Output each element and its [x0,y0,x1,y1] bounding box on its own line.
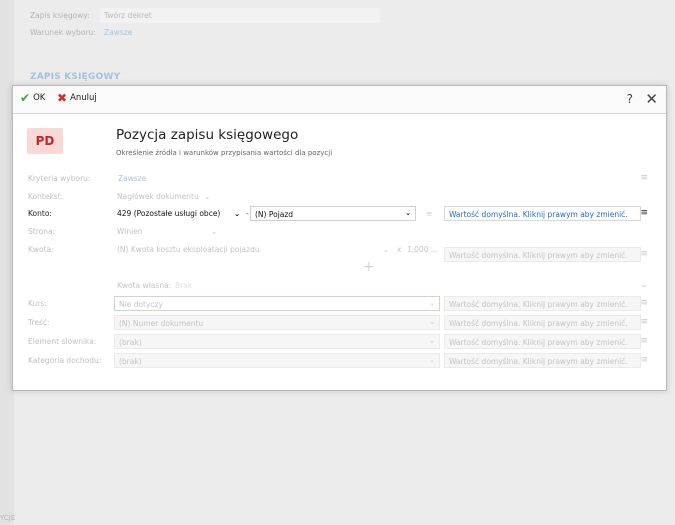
row-konto: Konto: 429 (Pozostałe usługi obce) ⌄ - (… [13,205,666,223]
row-kwota: Kwota: (N) Kwota kosztu eksploatacji poj… [13,241,666,262]
hamburger-icon[interactable]: ≡ [640,249,648,259]
hamburger-icon[interactable]: ≡ [640,298,648,308]
kategoria-default-value[interactable]: Wartość domyślna. Kliknij prawym aby zmi… [444,353,641,368]
kwota-default-value[interactable]: Wartość domyślna. Kliknij prawym aby zmi… [444,247,641,262]
bg-value: Zawsze [104,28,133,37]
dialog-title: Pozycja zapisu księgowego [116,127,299,143]
tresc-value: (N) Numer dokumentu [119,319,204,328]
label-strona: Strona: [28,227,56,236]
kwota-wlasna-value[interactable]: Brak [175,281,192,290]
kurs-default-value[interactable]: Wartość domyślna. Kliknij prawym aby zmi… [444,296,641,311]
dialog-toolbar: ✔ OK ✖ Anuluj ? ✕ [13,86,666,114]
cancel-label: Anuluj [70,93,97,103]
help-icon[interactable]: ? [627,92,633,106]
kryteria-link[interactable]: Zawsze [114,171,634,186]
label-kategoria-dochodu: Kategoria dochodu: [28,356,102,365]
tresc-default-value[interactable]: Wartość domyślna. Kliknij prawym aby zmi… [444,315,641,330]
konto-source-value: (N) Pojazd [255,210,294,219]
chevron-down-icon[interactable]: ⌄ [211,227,217,236]
row-tresc: Treść: (N) Numer dokumentu ⌄ Wartość dom… [13,314,666,332]
element-slownika-select[interactable]: (brak) ⌄ [114,334,440,349]
chevron-down-icon: ⌄ [429,337,435,345]
row-element-slownika: Element słownika: (brak) ⌄ Wartość domyś… [13,333,666,351]
tresc-select[interactable]: (N) Numer dokumentu ⌄ [114,315,440,330]
dialog-pozycja-zapisu: ✔ OK ✖ Anuluj ? ✕ PD Pozycja zapisu księ… [12,85,667,391]
kwota-factor[interactable]: 1,000 ... [407,245,438,254]
label-element-slownika: Element słownika: [28,337,97,346]
x-icon: ✖ [57,91,68,105]
ok-label: OK [33,93,46,103]
dialog-subtitle: Określenie źródła i warunków przypisania… [116,149,333,157]
chevron-down-icon[interactable]: ⌄ [234,209,240,218]
chevron-down-icon[interactable]: ⌄ [204,192,210,201]
label-kontekst: Kontekst: [28,192,64,201]
bg-row-zapis: Zapis księgowy: Twórz dekret [30,8,380,23]
kwota-select[interactable]: (N) Kwota kosztu eksploatacji pojazdu [117,245,260,254]
kontekst-select[interactable]: Nagłówek dokumentu [117,192,199,201]
element-slownika-value: (brak) [119,338,142,347]
close-icon[interactable]: ✕ [645,90,658,108]
kategoria-dochodu-value: (brak) [119,357,142,366]
hamburger-icon[interactable]: ≡ [640,317,648,327]
check-icon: ✔ [20,91,31,105]
chevron-down-icon[interactable]: ⌄ [640,280,648,290]
chevron-down-icon: ⌄ [429,318,435,326]
bg-label: Warunek wyboru: [30,28,96,37]
kurs-value: Nie dotyczy [119,300,163,309]
strona-select[interactable]: Winien [117,227,143,236]
hamburger-icon[interactable]: ≡ [426,209,432,218]
label-kurs: Kurs: [28,299,47,308]
hamburger-icon[interactable]: ≡ [640,173,648,183]
row-kurs: Kurs: Nie dotyczy ⌄ Wartość domyślna. Kl… [13,295,666,313]
row-kryteria: Kryteria wyboru: Zawsze ≡ [13,170,666,188]
chevron-down-icon: ⌄ [429,299,435,307]
konto-separator: - [246,209,249,218]
label-tresc: Treść: [28,318,50,327]
kurs-select[interactable]: Nie dotyczy ⌄ [114,296,440,311]
row-kontekst: Kontekst: Nagłówek dokumentu ⌄ [13,188,666,206]
document-type-badge: PD [27,128,63,154]
hamburger-icon[interactable]: ≡ [640,208,648,218]
element-default-value[interactable]: Wartość domyślna. Kliknij prawym aby zmi… [444,334,641,349]
kategoria-dochodu-select[interactable]: (brak) ⌄ [114,353,440,368]
label-konto: Konto: [28,209,52,218]
chevron-down-icon: ⌄ [429,356,435,364]
bg-section-title: ZAPIS KSIĘGOWY [30,72,121,82]
konto-source-select[interactable]: (N) Pojazd ⌄ [250,206,416,221]
label-kryteria: Kryteria wyboru: [28,174,91,183]
bg-row-warunek: Warunek wyboru: Zawsze [30,28,132,37]
hamburger-icon[interactable]: ≡ [640,336,648,346]
label-kwota: Kwota: [28,245,54,254]
hamburger-icon[interactable]: ≡ [640,355,648,365]
row-strona: Strona: Winien ⌄ [13,223,666,241]
dialog-header: PD Pozycja zapisu księgowego Określenie … [13,114,666,166]
ok-button[interactable]: ✔ OK [20,91,46,105]
kwota-multiplier: x [397,245,402,254]
bg-value: Twórz dekret [100,8,380,23]
row-kwota-wlasna: Kwota własna: Brak ⌄ [13,277,666,295]
plus-icon[interactable]: + [363,259,375,275]
chevron-down-icon[interactable]: ⌄ [383,245,389,254]
bg-label: Zapis księgowy: [30,11,90,20]
chevron-down-icon: ⌄ [405,209,411,217]
bg-bottom-text: YCJE [0,514,16,522]
konto-account-select[interactable]: 429 (Pozostałe usługi obce) [117,209,220,218]
label-kwota-wlasna: Kwota własna: [117,281,172,290]
konto-default-value[interactable]: Wartość domyślna. Kliknij prawym aby zmi… [444,206,641,221]
row-kategoria-dochodu: Kategoria dochodu: (brak) ⌄ Wartość domy… [13,352,666,370]
cancel-button[interactable]: ✖ Anuluj [57,91,97,105]
